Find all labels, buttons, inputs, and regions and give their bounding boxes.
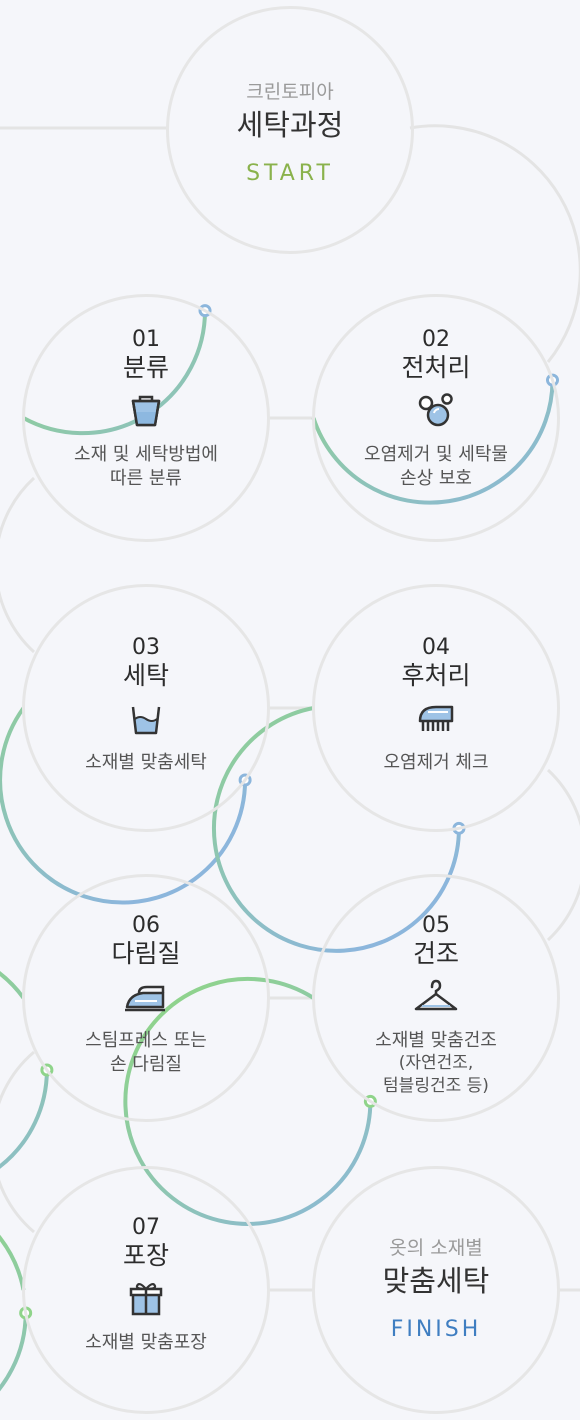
process-title: 세탁과정 bbox=[236, 108, 344, 142]
step-desc-line: 따른 분류 bbox=[110, 468, 182, 489]
step-05-circle: 05 건조 소재별 맞춤건조 (자연건조, 텀블링건조 등) bbox=[312, 874, 560, 1122]
finish-label: FINISH bbox=[390, 1317, 482, 1342]
step-desc-line: 소재별 맞춤포장 bbox=[85, 1332, 207, 1353]
step-01-circle: 01 분류 소재 및 세탁방법에 따른 분류 bbox=[22, 294, 270, 542]
iron-icon bbox=[25, 977, 267, 1017]
step-title: 포장 bbox=[122, 1241, 169, 1270]
bucket-icon bbox=[25, 391, 267, 431]
step-desc-line: (자연건조, bbox=[398, 1053, 474, 1073]
wash-tub-icon bbox=[25, 699, 267, 739]
step-progress-arc bbox=[0, 1234, 28, 1392]
step-desc-line: 스팀프레스 또는 bbox=[85, 1030, 207, 1051]
hanger-icon bbox=[315, 977, 557, 1017]
step-desc-line: 오염제거 체크 bbox=[383, 752, 489, 773]
step-title: 건조 bbox=[412, 939, 459, 968]
step-title: 다림질 bbox=[111, 939, 181, 968]
finish-top-label: 옷의 소재별 bbox=[389, 1237, 483, 1259]
step-number: 01 bbox=[132, 327, 160, 352]
step-number: 05 bbox=[422, 913, 450, 938]
start-circle: 크린토피아 세탁과정 START bbox=[166, 6, 414, 254]
step-04-circle: 04 후처리 오염제거 체크 bbox=[312, 584, 560, 832]
step-desc-line: 손상 보호 bbox=[400, 468, 472, 489]
step-desc-line: 소재 및 세탁방법에 bbox=[74, 444, 218, 465]
start-label: START bbox=[246, 161, 334, 186]
brand-label: 크린토피아 bbox=[246, 81, 334, 103]
step-desc-line: 소재별 맞춤세탁 bbox=[85, 752, 207, 773]
step-02-circle: 02 전처리 오염제거 및 세탁물 손상 보호 bbox=[312, 294, 560, 542]
step-title: 분류 bbox=[122, 353, 169, 382]
step-desc-line: 소재별 맞춤건조 bbox=[375, 1030, 497, 1051]
finish-circle: 옷의 소재별 맞춤세탁 FINISH bbox=[312, 1166, 560, 1414]
step-desc-line: 텀블링건조 등) bbox=[383, 1076, 489, 1096]
step-title: 후처리 bbox=[401, 661, 471, 690]
step-number: 07 bbox=[132, 1215, 160, 1240]
step-06-circle: 06 다림질 스팀프레스 또는 손 다림질 bbox=[22, 874, 270, 1122]
brush-icon bbox=[315, 699, 557, 739]
step-title: 세탁 bbox=[122, 661, 169, 690]
step-desc-line: 오염제거 및 세탁물 bbox=[364, 444, 508, 465]
gift-icon bbox=[25, 1279, 267, 1319]
step-number: 04 bbox=[422, 635, 450, 660]
step-07-circle: 07 포장 소재별 맞춤포장 bbox=[22, 1166, 270, 1414]
step-number: 03 bbox=[132, 635, 160, 660]
bubbles-icon bbox=[315, 391, 557, 431]
step-number: 02 bbox=[422, 327, 450, 352]
step-03-circle: 03 세탁 소재별 맞춤세탁 bbox=[22, 584, 270, 832]
step-desc-line: 손 다림질 bbox=[110, 1054, 182, 1075]
finish-title: 맞춤세탁 bbox=[382, 1264, 490, 1298]
step-title: 전처리 bbox=[401, 353, 471, 382]
step-number: 06 bbox=[132, 913, 160, 938]
